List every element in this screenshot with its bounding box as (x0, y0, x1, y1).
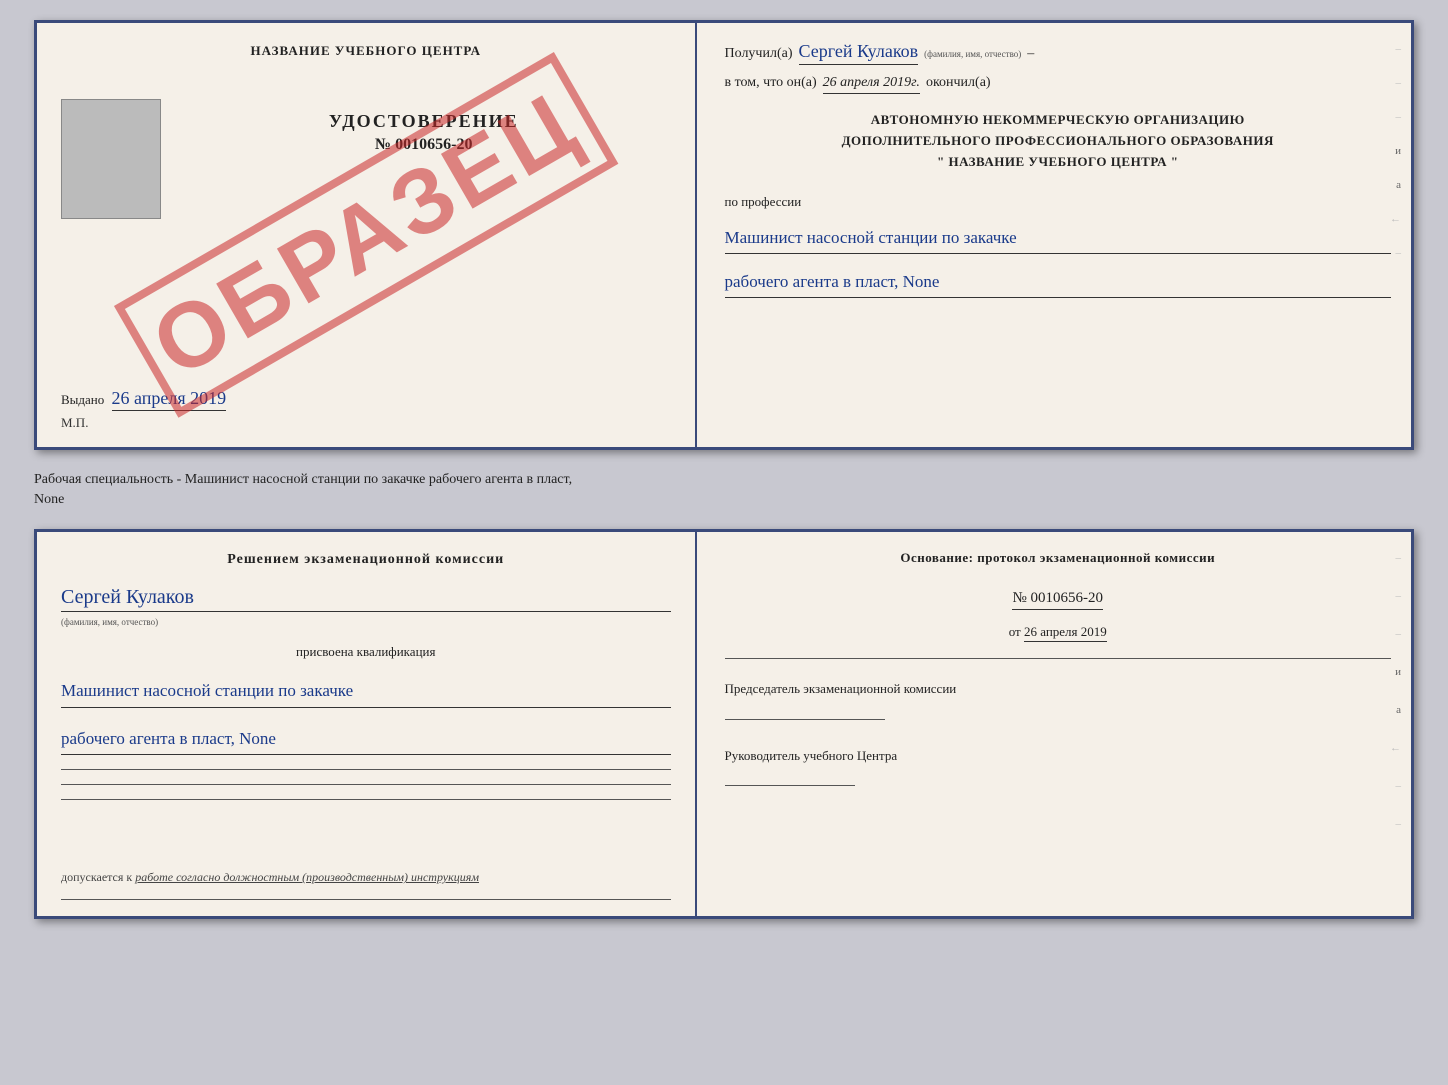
udostoverenie-number: № 0010656-20 (177, 136, 671, 154)
edge-mark: а (1396, 704, 1401, 716)
center-block: АВТОНОМНУЮ НЕКОММЕРЧЕСКУЮ ОРГАНИЗАЦИЮ ДО… (725, 110, 1391, 172)
ot-date-val: 26 апреля 2019 (1024, 624, 1107, 642)
rukovoditel-block: Руководитель учебного Центра (725, 746, 1391, 787)
qualification-line1: Машинист насосной станции по закачке (61, 676, 671, 708)
udostoverenie-label: УДОСТОВЕРЕНИЕ (177, 111, 671, 132)
training-center-title: НАЗВАНИЕ УЧЕБНОГО ЦЕНТРА (61, 43, 671, 59)
vydano-block: Выдано 26 апреля 2019 (61, 368, 671, 409)
mp-label: М.П. (61, 415, 671, 431)
komissia-title: Решением экзаменационной комиссии (61, 552, 671, 568)
edge-mark: а (1396, 179, 1401, 191)
predsedatel-block: Председатель экзаменационной комиссии (725, 679, 1391, 720)
recipient-name: Сергей Кулаков (799, 41, 919, 65)
vtom-line: в том, что он(а) 26 апреля 2019г. окончи… (725, 75, 1391, 94)
profession-line2: рабочего агента в пласт, None (725, 268, 1391, 298)
edge-mark: ← (1390, 213, 1401, 225)
center-line3: " НАЗВАНИЕ УЧЕБНОГО ЦЕНТРА " (725, 152, 1391, 173)
bottom-document: Решением экзаменационной комиссии Сергей… (34, 529, 1414, 919)
po-professii-label: по профессии (725, 194, 1391, 210)
qualification-line2: рабочего агента в пласт, None (61, 724, 671, 756)
familiya-hint: (фамилия, имя, отчество) (924, 49, 1021, 59)
top-doc-left: НАЗВАНИЕ УЧЕБНОГО ЦЕНТРА ОБРАЗЕЦ УДОСТОВ… (37, 23, 697, 447)
edge-mark: – (1395, 552, 1401, 564)
edge-mark: – (1395, 111, 1401, 123)
vydano-label: Выдано (61, 392, 104, 407)
separator-line (61, 899, 671, 900)
poluchil-label: Получил(а) (725, 46, 793, 62)
dopusk-val: работе согласно должностным (производств… (135, 870, 479, 884)
between-text-line2: None (34, 490, 1414, 510)
edge-mark: ← (1390, 742, 1401, 754)
osnovaniye-label: Основание: протокол экзаменационной коми… (725, 550, 1391, 566)
center-line1: АВТОНОМНУЮ НЕКОММЕРЧЕСКУЮ ОРГАНИЗАЦИЮ (725, 110, 1391, 131)
vtom-label: в том, что он(а) (725, 75, 817, 91)
edge-mark: – (1395, 43, 1401, 55)
ot-date-block: от 26 апреля 2019 (725, 624, 1391, 640)
ot-label: от (1009, 624, 1021, 639)
edge-mark: – (1395, 818, 1401, 830)
between-label: Рабочая специальность - Машинист насосно… (34, 466, 1414, 513)
person-name-block: Сергей Кулаков (фамилия, имя, отчество) (61, 586, 671, 630)
edge-mark: и (1395, 145, 1401, 157)
dopuskaetsya-label: допускается к (61, 870, 132, 884)
vtom-date: 26 апреля 2019г. (823, 75, 920, 94)
familiya-hint-bottom: (фамилия, имя, отчество) (61, 617, 158, 627)
vydano-date: 26 апреля 2019 (112, 388, 227, 411)
person-name: Сергей Кулаков (61, 586, 671, 612)
between-text-line1: Рабочая специальность - Машинист насосно… (34, 470, 1414, 490)
edge-mark: и (1395, 666, 1401, 678)
protocol-number: № 0010656-20 (1012, 590, 1103, 610)
prisvoena-label: присвоена квалификация (61, 644, 671, 660)
top-document: НАЗВАНИЕ УЧЕБНОГО ЦЕНТРА ОБРАЗЕЦ УДОСТОВ… (34, 20, 1414, 450)
edge-mark: – (1395, 780, 1401, 792)
predsedatel-line (725, 719, 885, 720)
okonchil-label: окончил(а) (926, 75, 991, 91)
poluchil-line: Получил(а) Сергей Кулаков (фамилия, имя,… (725, 41, 1391, 65)
bottom-doc-left: Решением экзаменационной комиссии Сергей… (37, 532, 697, 916)
edge-mark: – (1395, 628, 1401, 640)
predsedatel-label: Председатель экзаменационной комиссии (725, 679, 1391, 699)
edge-mark: – (1395, 247, 1401, 259)
top-doc-right: Получил(а) Сергей Кулаков (фамилия, имя,… (697, 23, 1411, 447)
bottom-doc-right: Основание: протокол экзаменационной коми… (697, 532, 1411, 916)
edge-mark: – (1395, 590, 1401, 602)
separator-line (61, 784, 671, 785)
rukovoditel-label: Руководитель учебного Центра (725, 746, 1391, 766)
separator-line (61, 799, 671, 800)
rukovoditel-line (725, 785, 855, 786)
photo-placeholder (61, 99, 161, 219)
edge-mark: – (1395, 77, 1401, 89)
center-line2: ДОПОЛНИТЕЛЬНОГО ПРОФЕССИОНАЛЬНОГО ОБРАЗО… (725, 131, 1391, 152)
profession-line1: Машинист насосной станции по закачке (725, 224, 1391, 254)
dash: – (1027, 46, 1034, 62)
separator-line (61, 769, 671, 770)
separator-line (725, 658, 1391, 659)
dopuskaetsya-block: допускается к работе согласно должностны… (61, 870, 671, 885)
